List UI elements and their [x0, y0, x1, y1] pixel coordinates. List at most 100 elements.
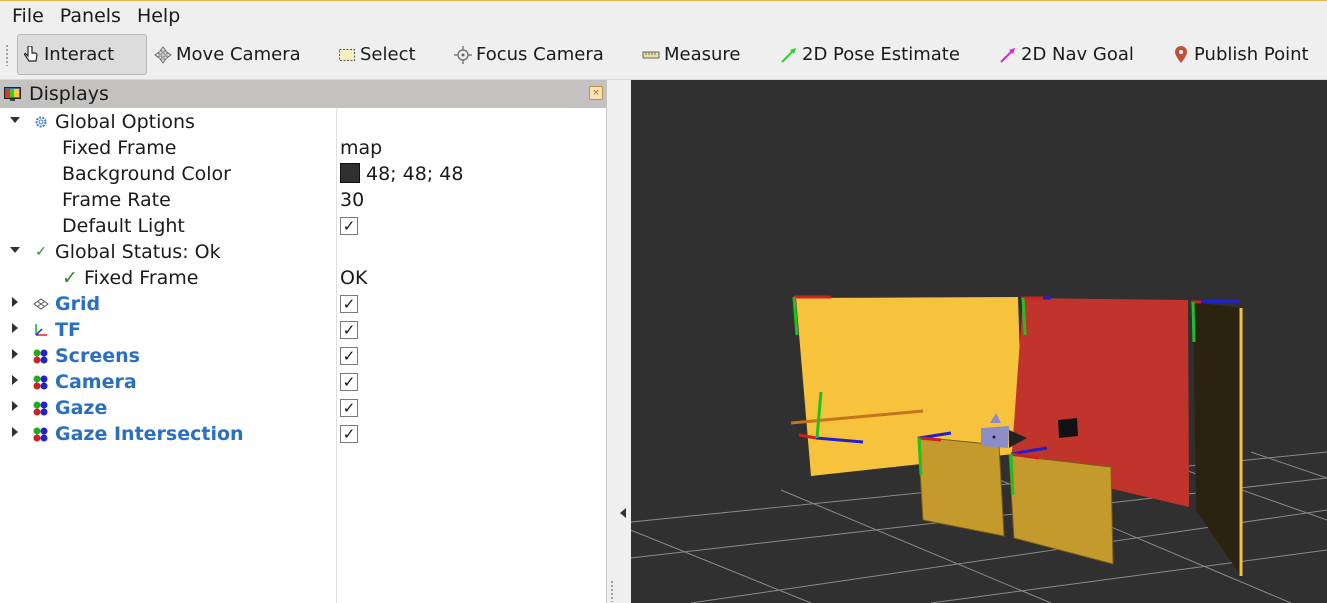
gold-panel-left — [917, 436, 1005, 537]
gaze-intersection-cube — [1058, 418, 1078, 438]
close-icon[interactable]: × — [589, 86, 603, 100]
tree-row-gaze-intersection[interactable]: Gaze Intersection ✓ — [0, 421, 607, 447]
tree-row-global-options[interactable]: Global Options — [0, 109, 607, 135]
scene-svg — [631, 295, 1327, 603]
tree-label: Global Options — [55, 111, 195, 133]
select-tool-label: Select — [360, 44, 416, 65]
displays-panel: Displays × Global Options Fixed Frame ma… — [0, 80, 607, 603]
tree-row-tf[interactable]: TF ✓ — [0, 317, 607, 343]
focus-camera-tool-label: Focus Camera — [476, 44, 604, 65]
tree-row-global-status[interactable]: ✓ Global Status: Ok — [0, 239, 607, 265]
collapse-left-icon[interactable] — [620, 508, 626, 518]
publish-point-tool-button[interactable]: Publish Point — [1168, 34, 1315, 75]
menu-panels[interactable]: Panels — [52, 2, 129, 30]
marker-balls-icon — [32, 347, 50, 365]
splitter-grip[interactable] — [610, 580, 614, 602]
tree-row-background-color[interactable]: Background Color 48; 48; 48 — [0, 161, 607, 187]
gold-panel-right — [1008, 454, 1114, 565]
tree-label: Default Light — [62, 215, 185, 237]
tree-label: Fixed Frame — [62, 137, 177, 159]
expand-arrow-icon[interactable] — [12, 375, 18, 385]
tree-label: Grid — [55, 293, 101, 315]
displays-title: Displays — [29, 83, 109, 105]
color-swatch[interactable] — [340, 163, 360, 183]
screens-checkbox[interactable]: ✓ — [340, 347, 358, 365]
tree-row-status-fixed-frame[interactable]: ✓ Fixed Frame OK — [0, 265, 607, 291]
background-color-value[interactable]: 48; 48; 48 — [340, 163, 463, 185]
tree-label: Frame Rate — [62, 189, 171, 211]
gear-icon — [32, 113, 50, 131]
axes-icon — [32, 321, 50, 339]
collapse-arrow-icon[interactable] — [10, 117, 20, 123]
pose-estimate-tool-label: 2D Pose Estimate — [802, 44, 960, 65]
displays-title-bar: Displays × — [0, 80, 607, 108]
background-color-text: 48; 48; 48 — [366, 163, 464, 185]
tree-label: Gaze — [55, 397, 108, 419]
marker-balls-icon — [32, 425, 50, 443]
tf-checkbox[interactable]: ✓ — [340, 321, 358, 339]
move-camera-tool-button[interactable]: Move Camera — [150, 34, 307, 75]
expand-arrow-icon[interactable] — [12, 323, 18, 333]
focus-camera-icon — [454, 45, 472, 64]
interact-tool-label: Interact — [44, 44, 115, 65]
green-arrow-icon — [780, 46, 798, 64]
select-rect-icon — [338, 46, 356, 64]
expand-arrow-icon[interactable] — [12, 349, 18, 359]
move-camera-icon — [154, 45, 172, 64]
tree-label: Screens — [55, 345, 140, 367]
grid-checkbox[interactable]: ✓ — [340, 295, 358, 313]
pose-estimate-tool-button[interactable]: 2D Pose Estimate — [776, 34, 966, 75]
frame-rate-value[interactable]: 30 — [340, 189, 364, 211]
tree-row-gaze[interactable]: Gaze ✓ — [0, 395, 607, 421]
tree-label: TF — [55, 319, 81, 341]
check-icon: ✓ — [35, 244, 47, 260]
status-value: OK — [340, 267, 368, 289]
default-light-checkbox[interactable]: ✓ — [340, 217, 358, 235]
magenta-arrow-icon — [999, 46, 1017, 64]
tree-label: Camera — [55, 371, 137, 393]
monitor-icon — [4, 86, 21, 101]
tool-bar: Interact Move Camera Select Focus Camera — [0, 30, 1327, 80]
grid-icon — [32, 295, 50, 313]
tree-label: Background Color — [62, 163, 231, 185]
tree-label: Fixed Frame — [84, 267, 199, 289]
collapse-arrow-icon[interactable] — [10, 247, 20, 253]
camera-checkbox[interactable]: ✓ — [340, 373, 358, 391]
expand-arrow-icon[interactable] — [12, 297, 18, 307]
tree-row-grid[interactable]: Grid ✓ — [0, 291, 607, 317]
hand-pointer-icon — [22, 45, 40, 64]
menu-bar: File Panels Help — [0, 0, 1327, 30]
gaze-intersection-checkbox[interactable]: ✓ — [340, 425, 358, 443]
expand-arrow-icon[interactable] — [12, 427, 18, 437]
menu-help[interactable]: Help — [129, 2, 188, 30]
tree-row-camera[interactable]: Camera ✓ — [0, 369, 607, 395]
check-icon: ✓ — [62, 267, 78, 289]
panel-splitter[interactable] — [607, 80, 631, 603]
publish-point-tool-label: Publish Point — [1194, 44, 1309, 65]
select-tool-button[interactable]: Select — [334, 34, 422, 75]
ruler-icon — [642, 46, 660, 64]
marker-balls-icon — [32, 399, 50, 417]
tree-row-frame-rate[interactable]: Frame Rate 30 — [0, 187, 607, 213]
tree-row-screens[interactable]: Screens ✓ — [0, 343, 607, 369]
render-view-3d[interactable] — [631, 80, 1327, 603]
tree-label: Gaze Intersection — [55, 423, 244, 445]
menu-file[interactable]: File — [4, 2, 52, 30]
measure-tool-button[interactable]: Measure — [638, 34, 747, 75]
marker-balls-icon — [32, 373, 50, 391]
screen-dark — [1193, 302, 1241, 576]
map-pin-icon — [1172, 45, 1190, 64]
expand-arrow-icon[interactable] — [12, 401, 18, 411]
fixed-frame-value[interactable]: map — [340, 137, 382, 159]
rviz-window: File Panels Help Interact Move Camera Se… — [0, 0, 1327, 603]
move-camera-tool-label: Move Camera — [176, 44, 301, 65]
nav-goal-tool-label: 2D Nav Goal — [1021, 44, 1134, 65]
gaze-checkbox[interactable]: ✓ — [340, 399, 358, 417]
tree-row-fixed-frame[interactable]: Fixed Frame map — [0, 135, 607, 161]
tree-row-default-light[interactable]: Default Light ✓ — [0, 213, 607, 239]
nav-goal-tool-button[interactable]: 2D Nav Goal — [995, 34, 1140, 75]
interact-tool-button[interactable]: Interact — [17, 34, 147, 75]
tree-label: Global Status: Ok — [55, 241, 221, 263]
focus-camera-tool-button[interactable]: Focus Camera — [450, 34, 610, 75]
toolbar-grip[interactable] — [5, 44, 9, 66]
